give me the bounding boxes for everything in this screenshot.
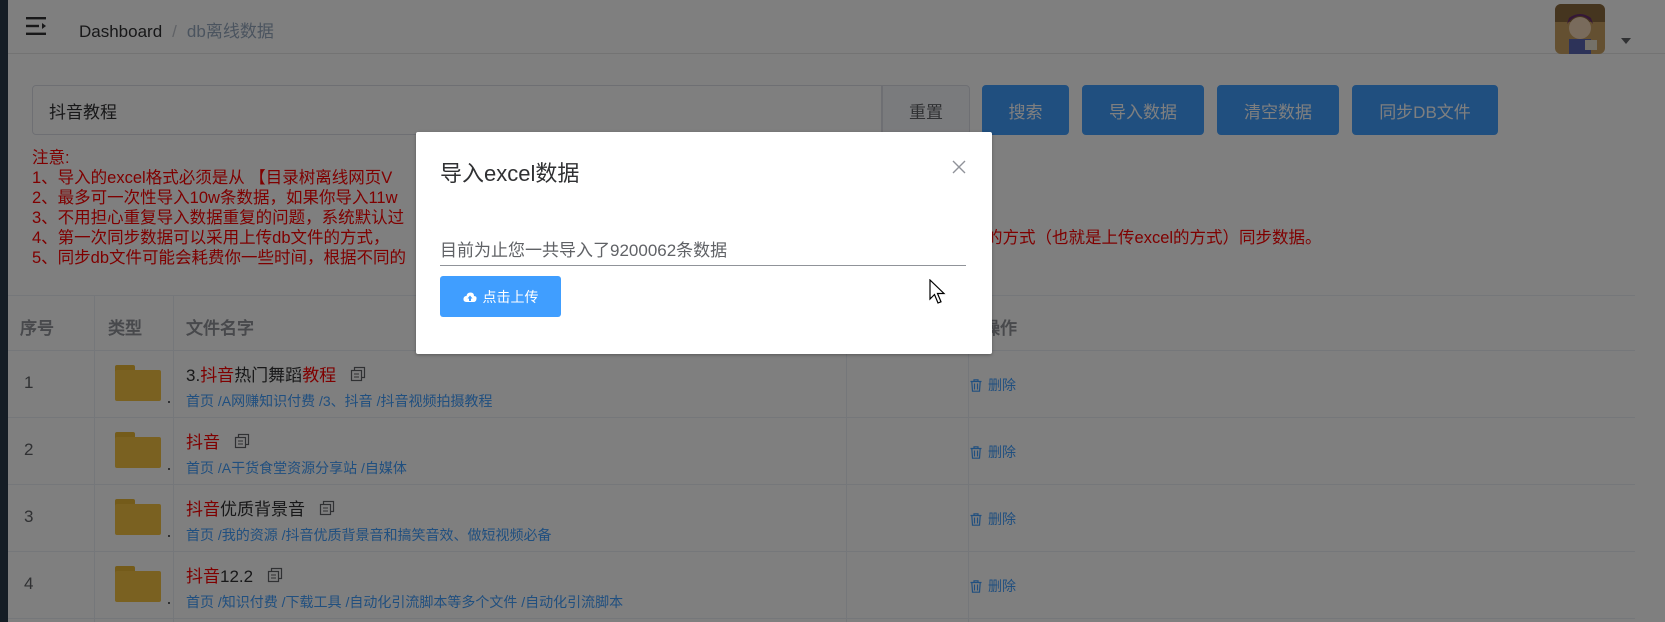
close-icon[interactable] xyxy=(952,160,966,174)
upload-button[interactable]: 点击上传 xyxy=(440,276,561,317)
dialog-title: 导入excel数据 xyxy=(440,161,580,186)
upload-label: 点击上传 xyxy=(482,288,539,305)
import-count-message: 目前为止您一共导入了9200062条数据 xyxy=(440,236,966,266)
import-excel-dialog: 导入excel数据 目前为止您一共导入了9200062条数据 点击上传 xyxy=(416,132,992,354)
mouse-cursor-icon xyxy=(929,279,946,304)
cloud-upload-icon xyxy=(462,292,477,302)
